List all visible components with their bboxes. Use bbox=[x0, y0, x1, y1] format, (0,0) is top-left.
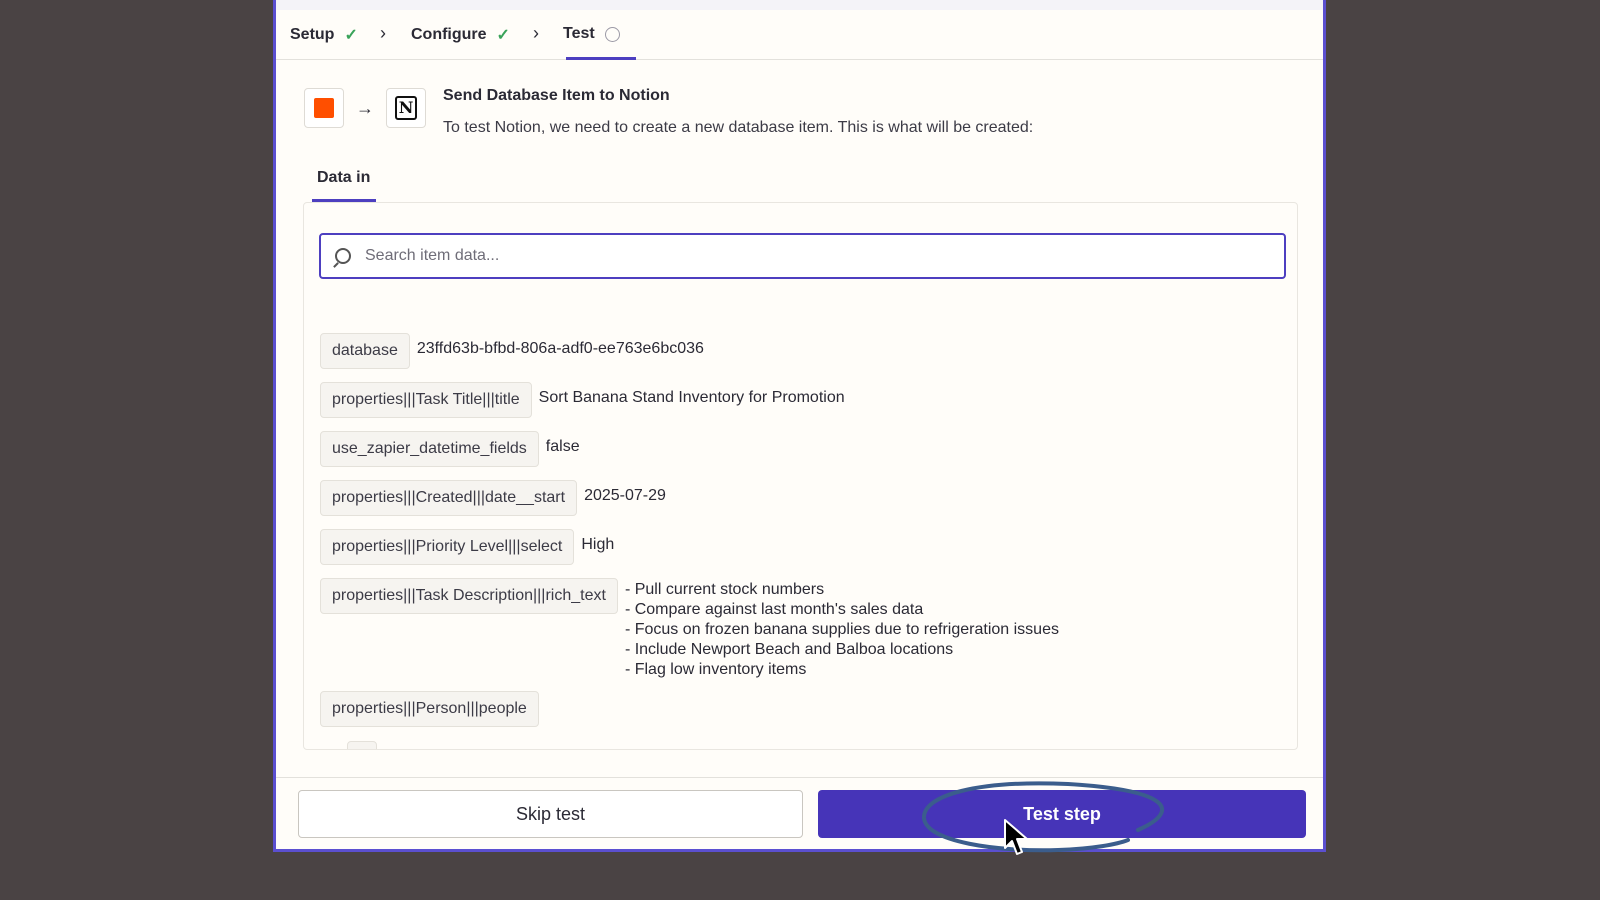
search-field[interactable] bbox=[319, 233, 1286, 279]
trigger-app-icon bbox=[304, 88, 344, 128]
data-value-multiline: - Pull current stock numbers - Compare a… bbox=[625, 580, 1059, 680]
check-icon: ✓ bbox=[496, 27, 510, 44]
check-icon: ✓ bbox=[344, 27, 358, 44]
tab-test[interactable]: Test bbox=[563, 25, 620, 43]
tab-test-label: Test bbox=[563, 25, 595, 42]
data-value: false bbox=[545, 438, 580, 455]
tab-setup[interactable]: Setup ✓ bbox=[290, 25, 358, 45]
data-in-panel: database 23ffd63b-bfbd-806a-adf0-ee763e6… bbox=[303, 202, 1298, 750]
data-row: database 23ffd63b-bfbd-806a-adf0-ee763e6… bbox=[320, 333, 704, 369]
data-key[interactable]: use_zapier_datetime_fields bbox=[320, 431, 539, 467]
tab-test-underline bbox=[566, 57, 636, 60]
footer-divider bbox=[276, 777, 1323, 778]
search-icon bbox=[335, 248, 351, 264]
arrow-right-icon: → bbox=[356, 97, 374, 118]
data-value: 2025-07-29 bbox=[584, 487, 666, 504]
circle-icon bbox=[604, 26, 620, 42]
data-row: use_zapier_datetime_fields false bbox=[320, 431, 580, 467]
test-step-button[interactable]: Test step bbox=[818, 790, 1306, 838]
step-title: Send Database Item to Notion bbox=[443, 87, 670, 104]
tab-configure-label: Configure bbox=[411, 26, 487, 43]
skip-test-button[interactable]: Skip test bbox=[298, 790, 803, 838]
description-line: - Flag low inventory items bbox=[624, 661, 807, 678]
tab-data-in[interactable]: Data in bbox=[317, 169, 370, 187]
search-input[interactable] bbox=[365, 247, 1265, 265]
step-description: To test Notion, we need to create a new … bbox=[443, 119, 1034, 136]
data-row: properties|||Created|||date__start 2025-… bbox=[320, 480, 666, 516]
top-strip bbox=[276, 0, 1323, 10]
description-line: - Include Newport Beach and Balboa locat… bbox=[624, 641, 954, 658]
step-tabs: Setup ✓ › Configure ✓ › Test bbox=[276, 10, 1323, 60]
test-step-panel: Setup ✓ › Configure ✓ › Test → N Send Da… bbox=[273, 0, 1326, 852]
data-key[interactable]: properties|||Person|||people bbox=[320, 691, 539, 727]
app-flow: → N bbox=[304, 88, 426, 128]
data-key[interactable]: database bbox=[320, 333, 410, 369]
data-row: properties|||Task Title|||title Sort Ban… bbox=[320, 382, 845, 418]
data-key[interactable]: properties|||Priority Level|||select bbox=[320, 529, 575, 565]
data-key-partial bbox=[347, 741, 377, 749]
tab-setup-label: Setup bbox=[290, 26, 335, 43]
data-key[interactable]: properties|||Created|||date__start bbox=[320, 480, 578, 516]
chevron-right-icon: › bbox=[533, 23, 539, 43]
notion-logo-icon: N bbox=[386, 88, 426, 128]
data-row: properties|||Priority Level|||select Hig… bbox=[320, 529, 614, 565]
chevron-right-icon: › bbox=[380, 23, 386, 43]
description-line: - Pull current stock numbers bbox=[624, 581, 825, 598]
data-value: 23ffd63b-bfbd-806a-adf0-ee763e6bc036 bbox=[416, 340, 704, 357]
description-line: - Compare against last month's sales dat… bbox=[624, 601, 924, 618]
data-row: properties|||Person|||people bbox=[320, 691, 539, 727]
tab-configure[interactable]: Configure ✓ bbox=[411, 25, 510, 45]
data-value: High bbox=[581, 536, 615, 553]
data-value: Sort Banana Stand Inventory for Promotio… bbox=[538, 389, 845, 406]
data-row: properties|||Task Description|||rich_tex… bbox=[320, 578, 1059, 680]
data-key[interactable]: properties|||Task Title|||title bbox=[320, 382, 532, 418]
description-line: - Focus on frozen banana supplies due to… bbox=[624, 621, 1059, 638]
data-key[interactable]: properties|||Task Description|||rich_tex… bbox=[320, 578, 618, 614]
